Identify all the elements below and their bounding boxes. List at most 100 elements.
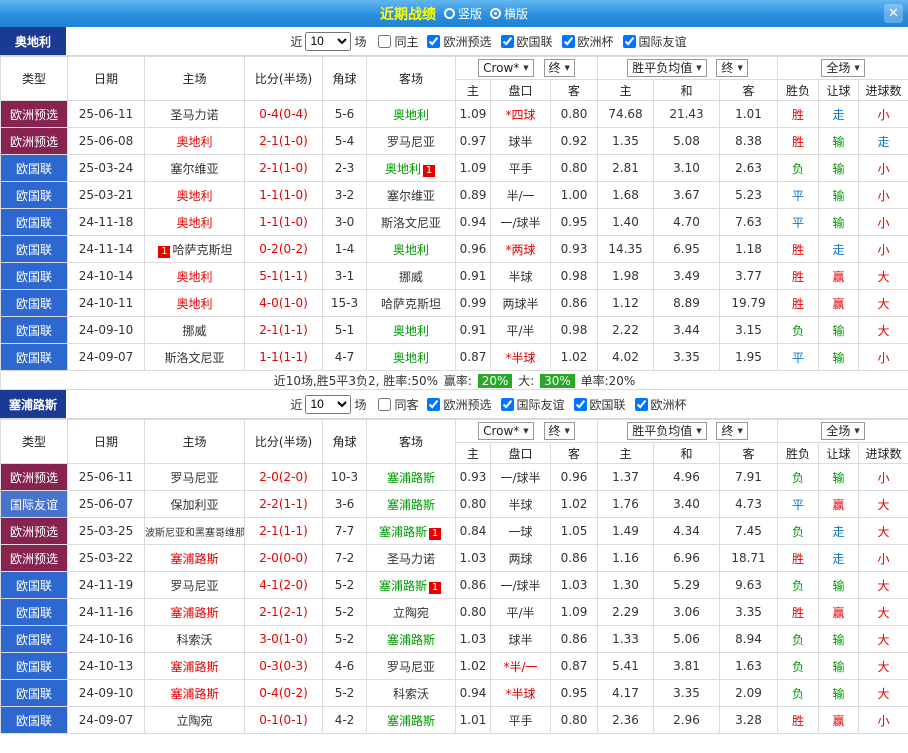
layout-option-horizontal[interactable]: 横版 <box>490 5 528 22</box>
filter-checkbox[interactable] <box>427 398 440 411</box>
odds-home: 0.99 <box>456 290 491 317</box>
odds-away: 0.98 <box>551 263 598 290</box>
filter-option[interactable]: 欧洲杯 <box>635 396 687 413</box>
radio-icon <box>444 8 455 19</box>
result-outcome: 负 <box>778 626 819 653</box>
scope-dropdown[interactable]: 全场▼ <box>821 59 864 77</box>
match-date: 25-03-25 <box>68 518 145 545</box>
odds-stage-dropdown[interactable]: 终▼ <box>544 422 575 440</box>
layout-option-vertical[interactable]: 竖版 <box>444 5 482 22</box>
home-team: 罗马尼亚 <box>145 464 245 491</box>
filter-option[interactable]: 同客 <box>378 396 418 413</box>
close-icon[interactable]: ✕ <box>884 4 903 23</box>
handicap-line: 半/一 <box>491 182 551 209</box>
match-row: 欧国联24-09-07立陶宛0-1(0-1)4-2塞浦路斯1.01平手0.802… <box>1 707 908 734</box>
wdl-header-group: 胜平负均值▼ 终▼ <box>598 57 778 80</box>
corners: 4-6 <box>323 653 367 680</box>
avg-home-odds: 1.40 <box>598 209 654 236</box>
col-avg-away: 客 <box>720 80 778 101</box>
competition-badge: 欧国联 <box>1 155 68 182</box>
filter-checkbox[interactable] <box>574 398 587 411</box>
home-team: 波斯尼亚和黑塞哥维那 <box>145 518 245 545</box>
odds-home: 0.80 <box>456 599 491 626</box>
team-label: 奥地利 <box>393 243 429 257</box>
filter-option[interactable]: 欧洲预选 <box>427 396 491 413</box>
recent-count-select[interactable]: 10 <box>305 32 351 51</box>
filter-checkbox[interactable] <box>635 398 648 411</box>
filter-label: 欧国联 <box>517 33 553 50</box>
odds-home: 0.80 <box>456 491 491 518</box>
filter-checkbox[interactable] <box>501 35 514 48</box>
handicap-line: 球半 <box>491 626 551 653</box>
chevron-down-icon: ▼ <box>854 61 859 75</box>
handicap-line: *半/一 <box>491 653 551 680</box>
avg-away-odds: 19.79 <box>720 290 778 317</box>
filter-option[interactable]: 同主 <box>378 33 418 50</box>
match-date: 25-03-21 <box>68 182 145 209</box>
wdl-stage-dropdown[interactable]: 终▼ <box>716 422 747 440</box>
competition-badge: 欧国联 <box>1 653 68 680</box>
wdl-average-dropdown[interactable]: 胜平负均值▼ <box>627 59 706 77</box>
home-team: 保加利亚 <box>145 491 245 518</box>
team-label: 斯洛文尼亚 <box>164 351 224 365</box>
chevron-down-icon: ▼ <box>696 424 701 438</box>
odds-source-dropdown[interactable]: Crow*▼ <box>478 422 534 440</box>
result-outcome: 胜 <box>778 101 819 128</box>
result-handicap: 赢 <box>819 599 859 626</box>
col-avg-away: 客 <box>720 443 778 464</box>
filter-label: 欧洲预选 <box>443 33 491 50</box>
odds-source-dropdown[interactable]: Crow*▼ <box>478 59 534 77</box>
avg-draw-odds: 5.08 <box>654 128 720 155</box>
avg-draw-odds: 3.49 <box>654 263 720 290</box>
result-goals: 小 <box>859 155 908 182</box>
corners: 15-3 <box>323 290 367 317</box>
filter-option[interactable]: 欧国联 <box>574 396 626 413</box>
handicap-line: 一/球半 <box>491 209 551 236</box>
recent-count-select[interactable]: 10 <box>305 395 351 414</box>
home-team: 塞浦路斯 <box>145 545 245 572</box>
filter-checkbox[interactable] <box>562 35 575 48</box>
corners: 5-2 <box>323 626 367 653</box>
match-row: 国际友谊25-06-07保加利亚2-2(1-1)3-6塞浦路斯0.80半球1.0… <box>1 491 908 518</box>
wdl-stage-dropdown[interactable]: 终▼ <box>716 59 747 77</box>
match-date: 24-11-18 <box>68 209 145 236</box>
col-handicap-result: 让球 <box>819 80 859 101</box>
handicap-line: 半球 <box>491 491 551 518</box>
away-team: 奥地利 <box>367 236 456 263</box>
filter-option[interactable]: 欧洲预选 <box>427 33 491 50</box>
result-handicap: 输 <box>819 155 859 182</box>
team-name: 塞浦路斯 <box>0 390 66 418</box>
col-away: 客场 <box>367 57 456 101</box>
match-row: 欧国联24-10-16科索沃3-0(1-0)5-2塞浦路斯1.03球半0.861… <box>1 626 908 653</box>
match-row: 欧洲预选25-06-11圣马力诺0-4(0-4)5-6奥地利1.09*四球0.8… <box>1 101 908 128</box>
filter-checkbox[interactable] <box>623 35 636 48</box>
filter-checkbox[interactable] <box>378 398 391 411</box>
win-rate-badge: 20% <box>478 374 513 388</box>
recent-prefix-label: 近 <box>290 33 302 50</box>
odds-stage-dropdown[interactable]: 终▼ <box>544 59 575 77</box>
filter-checkbox[interactable] <box>378 35 391 48</box>
filter-option[interactable]: 国际友谊 <box>623 33 687 50</box>
filter-checkbox[interactable] <box>501 398 514 411</box>
handicap-line: 平手 <box>491 155 551 182</box>
scope-dropdown[interactable]: 全场▼ <box>821 422 864 440</box>
odds-home: 1.09 <box>456 155 491 182</box>
filter-option[interactable]: 欧国联 <box>501 33 553 50</box>
avg-draw-odds: 8.89 <box>654 290 720 317</box>
team-label: 罗马尼亚 <box>170 579 218 593</box>
avg-home-odds: 1.98 <box>598 263 654 290</box>
filter-option[interactable]: 欧洲杯 <box>562 33 614 50</box>
scope-label: 全场 <box>826 424 850 438</box>
home-team: 塞尔维亚 <box>145 155 245 182</box>
odds-away: 1.09 <box>551 599 598 626</box>
odds-away: 0.93 <box>551 236 598 263</box>
result-handicap: 输 <box>819 653 859 680</box>
filter-checkbox[interactable] <box>427 35 440 48</box>
home-team: 科索沃 <box>145 626 245 653</box>
wdl-average-dropdown[interactable]: 胜平负均值▼ <box>627 422 706 440</box>
result-goals: 小 <box>859 101 908 128</box>
result-outcome: 负 <box>778 317 819 344</box>
filter-option[interactable]: 国际友谊 <box>501 396 565 413</box>
odds-home: 0.86 <box>456 572 491 599</box>
avg-home-odds: 14.35 <box>598 236 654 263</box>
